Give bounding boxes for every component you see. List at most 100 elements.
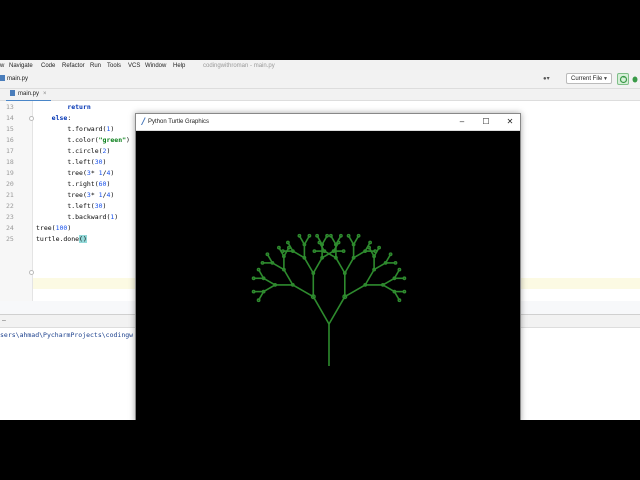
code-token: 30 xyxy=(94,202,103,210)
code-token: ) xyxy=(106,147,111,155)
close-button[interactable]: ✕ xyxy=(498,114,522,130)
code-token: ) xyxy=(67,224,72,232)
tree-branch xyxy=(292,250,305,259)
code-token: ) xyxy=(110,169,115,177)
feather-icon xyxy=(141,117,146,125)
code-token: ) xyxy=(102,202,107,210)
code-line[interactable]: t.backward(1) xyxy=(36,212,118,223)
console-output: sers\ahmad\PycharmProjects\codingw xyxy=(0,331,134,339)
run-config-select[interactable]: Current File ▼ xyxy=(566,73,612,84)
menu-item-navigate[interactable]: Navigate xyxy=(9,62,33,70)
code-line[interactable]: return xyxy=(36,102,91,113)
menu-item-tools[interactable]: Tools xyxy=(107,62,121,70)
tree-branch xyxy=(382,284,395,293)
line-number: 20 xyxy=(6,180,14,188)
menu-item-code[interactable]: Code xyxy=(41,62,55,70)
editor-tabs: main.py × xyxy=(0,89,640,102)
tree-branch xyxy=(263,284,276,293)
code-token: t.forward( xyxy=(67,125,107,133)
run-icon[interactable] xyxy=(617,73,629,85)
menu-item-window[interactable]: Window xyxy=(145,62,166,70)
code-token: 30 xyxy=(94,158,103,166)
debug-icon[interactable] xyxy=(632,75,638,83)
breadcrumb-file: main.py xyxy=(7,76,29,82)
toolbar: main.py ●▾ Current File ▼ xyxy=(0,72,640,89)
line-number: 19 xyxy=(6,169,14,177)
code-token: ) xyxy=(110,125,115,133)
menu-item-vcs[interactable]: VCS xyxy=(128,62,140,70)
tree-branch xyxy=(312,296,330,325)
code-token: t.backward( xyxy=(67,213,111,221)
user-icon[interactable]: ●▾ xyxy=(543,75,550,83)
code-token: * xyxy=(90,191,99,199)
menu-item-view[interactable]: w xyxy=(0,62,4,70)
code-line[interactable]: tree(3* 1/4) xyxy=(36,168,114,179)
code-line[interactable]: turtle.done() xyxy=(36,234,87,245)
minimize-button[interactable]: – xyxy=(450,114,474,130)
tree-branch xyxy=(283,269,294,286)
code-line[interactable]: t.circle(2) xyxy=(36,146,110,157)
tree-branch xyxy=(364,269,375,286)
code-token: ) xyxy=(110,191,115,199)
fold-marker[interactable] xyxy=(29,116,34,121)
ide-screen: w Navigate Code Refactor Run Tools VCS W… xyxy=(0,60,640,420)
code-token: t.left( xyxy=(67,202,95,210)
tree-branch xyxy=(353,250,366,259)
line-number: 16 xyxy=(6,136,14,144)
code-line[interactable]: t.color("green") xyxy=(36,135,130,146)
code-token: t.left( xyxy=(67,158,95,166)
code-token: tree( xyxy=(67,191,87,199)
code-token: 100 xyxy=(55,224,68,232)
turtle-window[interactable]: Python Turtle Graphics – ☐ ✕ xyxy=(135,113,521,420)
code-token: else xyxy=(51,114,68,122)
code-token: ) xyxy=(126,136,130,144)
breadcrumb[interactable]: main.py xyxy=(0,75,28,83)
tree-branch xyxy=(344,257,355,274)
line-gutter xyxy=(0,101,33,301)
code-line[interactable]: t.left(30) xyxy=(36,157,106,168)
menu-bar: w Navigate Code Refactor Run Tools VCS W… xyxy=(0,60,640,72)
menu-item-refactor[interactable]: Refactor xyxy=(62,62,85,70)
letterbox-bottom xyxy=(0,420,640,480)
close-icon[interactable]: × xyxy=(43,91,47,97)
code-line[interactable]: t.left(30) xyxy=(36,201,106,212)
maximize-button[interactable]: ☐ xyxy=(474,114,498,130)
code-token: "green" xyxy=(98,136,127,144)
code-line[interactable]: t.right(60) xyxy=(36,179,110,190)
turtle-canvas xyxy=(136,131,520,420)
code-token: t.circle( xyxy=(67,147,103,155)
turtle-title: Python Turtle Graphics xyxy=(148,119,210,125)
code-line[interactable]: tree(3* 1/4) xyxy=(36,190,114,201)
fold-marker[interactable] xyxy=(29,270,34,275)
code-token: return xyxy=(67,103,91,111)
window-title: codingwithroman - main.py xyxy=(203,63,275,69)
python-file-icon xyxy=(10,90,15,96)
tree-branch xyxy=(303,257,314,274)
fractal-tree-drawing xyxy=(251,233,407,366)
code-line[interactable]: else: xyxy=(36,113,72,124)
chevron-down-icon: ▼ xyxy=(603,76,608,82)
menu-item-help[interactable]: Help xyxy=(173,62,185,70)
menu-item-run[interactable]: Run xyxy=(90,62,101,70)
tree-node xyxy=(256,298,261,303)
turtle-title-bar[interactable]: Python Turtle Graphics – ☐ ✕ xyxy=(136,114,520,131)
line-number: 13 xyxy=(6,103,14,111)
python-file-icon xyxy=(0,75,5,81)
tree-node xyxy=(256,267,261,272)
line-number: 18 xyxy=(6,158,14,166)
tab-label: main.py xyxy=(18,91,40,97)
code-line[interactable]: tree(100) xyxy=(36,223,71,234)
code-line[interactable]: t.forward(1) xyxy=(36,124,114,135)
code-token: ) xyxy=(102,158,107,166)
code-token: : xyxy=(67,114,72,122)
minimize-icon[interactable]: – xyxy=(2,317,6,325)
